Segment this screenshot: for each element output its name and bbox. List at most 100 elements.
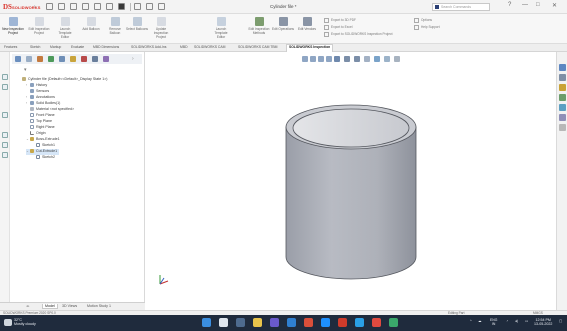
export-excel-button[interactable]: Export to Excel xyxy=(331,25,352,29)
property-manager-icon[interactable] xyxy=(26,56,32,62)
zoom-to-area-icon[interactable] xyxy=(310,56,316,62)
open-icon[interactable] xyxy=(70,3,77,10)
inspection-tree-icon[interactable] xyxy=(103,56,109,62)
view-orientation-icon[interactable] xyxy=(2,142,8,148)
section-view-icon[interactable] xyxy=(326,56,332,62)
battery-icon[interactable]: ▭ xyxy=(525,319,528,323)
tool-edit-operations[interactable]: Edit Operations xyxy=(272,16,294,42)
smart-dimension-icon[interactable] xyxy=(2,74,8,80)
tab-model[interactable]: Model xyxy=(42,304,58,309)
tab-motion-study-1[interactable]: Motion Study 1 xyxy=(85,304,113,308)
save-icon[interactable] xyxy=(82,3,89,10)
tray-chevron-icon[interactable]: ^ xyxy=(470,319,472,323)
cam-operation-tree-icon[interactable] xyxy=(81,56,87,62)
tab-solidworks-addins[interactable]: SOLIDWORKS Add-Ins xyxy=(131,45,166,49)
file-explorer-icon[interactable] xyxy=(559,84,566,91)
language-indicator[interactable]: ENG IN xyxy=(490,318,497,326)
tool-add-balloon[interactable]: Add Balloon xyxy=(80,16,102,42)
windows-start-icon[interactable] xyxy=(202,318,211,327)
tool-edit-vendors[interactable]: Edit Vendors xyxy=(296,16,318,42)
solidworks-logo[interactable]: DS SOLIDWORKS › xyxy=(3,2,41,12)
tab-solidworks-inspection[interactable]: SOLIDWORKS Inspection xyxy=(286,44,334,52)
print-icon[interactable] xyxy=(94,3,101,10)
apply-scene-icon[interactable] xyxy=(384,56,390,62)
view-settings-icon[interactable] xyxy=(394,56,400,62)
tool-update-inspection-project[interactable]: Update Inspection Project xyxy=(150,16,172,42)
previous-view-icon[interactable] xyxy=(318,56,324,62)
tool-edit-inspection-project[interactable]: Edit Inspection Project xyxy=(28,16,50,42)
office-icon[interactable] xyxy=(304,318,313,327)
mail-icon[interactable] xyxy=(287,318,296,327)
tab-sketch[interactable]: Sketch xyxy=(30,45,40,49)
section-view-icon[interactable] xyxy=(2,132,8,138)
chevron-right-icon[interactable]: › xyxy=(132,56,138,62)
cylinder-model[interactable] xyxy=(276,97,426,287)
filter-icon[interactable]: ▾ xyxy=(24,67,27,73)
export-project-button[interactable]: Export to SOLIDWORKS Inspection Project xyxy=(331,32,392,36)
tab-3d-views[interactable]: 3D Views xyxy=(60,304,79,308)
tab-mbd[interactable]: MBD xyxy=(180,45,188,49)
solidworks-taskbar-icon[interactable] xyxy=(338,318,347,327)
wifi-icon[interactable]: ◔ xyxy=(506,319,508,323)
appearances-icon[interactable] xyxy=(559,104,566,111)
tool-remove-balloon[interactable]: Remove Balloon xyxy=(104,16,126,42)
cam-feature-tree-icon[interactable] xyxy=(70,56,76,62)
display-style-icon[interactable] xyxy=(2,152,8,158)
tab-evaluate[interactable]: Evaluate xyxy=(71,45,84,49)
view-orientation-icon[interactable] xyxy=(344,56,350,62)
tab-markup[interactable]: Markup xyxy=(50,45,61,49)
dimxpert-icon[interactable] xyxy=(48,56,54,62)
menu-arrow-icon[interactable]: › xyxy=(34,4,36,10)
design-library-icon[interactable] xyxy=(559,74,566,81)
help-support-button[interactable]: Help Support xyxy=(421,25,440,29)
tab-mbd-dimensions[interactable]: MBD Dimensions xyxy=(93,45,119,49)
feature-tree-icon[interactable] xyxy=(15,56,21,62)
onedrive-icon[interactable]: ☁ xyxy=(478,319,481,323)
tool-template-editor[interactable]: Launch Template Editor xyxy=(210,16,232,42)
tool-new-inspection-project[interactable]: New Inspection Project xyxy=(2,16,24,42)
tool-launch-template-editor[interactable]: Launch Template Editor xyxy=(54,16,76,42)
close-icon[interactable]: ✕ xyxy=(552,2,557,9)
notifications-icon[interactable]: ▢ xyxy=(559,319,562,323)
options-button[interactable]: Options xyxy=(421,18,432,22)
solidworks-resources-icon[interactable] xyxy=(559,64,566,71)
weather-widget[interactable]: 32°C Mostly cloudy xyxy=(14,318,36,327)
rebuild-icon[interactable] xyxy=(134,3,141,10)
solidworks-forum-icon[interactable] xyxy=(559,124,566,131)
options-gear-icon[interactable] xyxy=(158,3,165,10)
display-style-icon[interactable] xyxy=(354,56,360,62)
cloud-icon[interactable] xyxy=(4,319,12,326)
tab-features[interactable]: Features xyxy=(4,45,17,49)
edit-appearance-icon[interactable] xyxy=(374,56,380,62)
select-icon[interactable] xyxy=(118,3,125,10)
system-clock[interactable]: 12:54 PM 13-05-2022 xyxy=(534,318,552,327)
export-3d-pdf-button[interactable]: Export to 3D PDF xyxy=(331,18,356,22)
maximize-icon[interactable]: □ xyxy=(536,2,540,8)
view-palette-icon[interactable] xyxy=(559,94,566,101)
tool-edit-inspection-methods[interactable]: Edit Inspection Methods xyxy=(248,16,270,42)
tool-select-balloons[interactable]: Select Balloons xyxy=(126,16,148,42)
measure-icon[interactable] xyxy=(2,112,8,118)
sketch-tool-icon[interactable] xyxy=(2,84,8,90)
volume-icon[interactable]: ◂) xyxy=(515,319,518,323)
undo-icon[interactable] xyxy=(106,3,113,10)
app-icon[interactable] xyxy=(389,318,398,327)
search-commands-input[interactable]: Search Commands xyxy=(432,3,490,11)
file-explorer-taskbar-icon[interactable] xyxy=(253,318,262,327)
teams-icon[interactable] xyxy=(270,318,279,327)
hide-show-items-icon[interactable] xyxy=(364,56,370,62)
store-icon[interactable] xyxy=(355,318,364,327)
new-document-icon[interactable] xyxy=(58,3,65,10)
help-icon[interactable]: ? xyxy=(508,2,511,8)
home-icon[interactable] xyxy=(46,3,53,10)
tree-item-sketch2[interactable]: Sketch2 xyxy=(36,155,55,161)
tab-solidworks-cam[interactable]: SOLIDWORKS CAM xyxy=(194,45,225,49)
nav-arrows-icon[interactable]: ◂▸ xyxy=(24,304,32,308)
zoom-to-fit-icon[interactable] xyxy=(302,56,308,62)
cam-tool-tree-icon[interactable] xyxy=(92,56,98,62)
task-view-icon[interactable] xyxy=(236,318,245,327)
search-icon[interactable] xyxy=(219,318,228,327)
display-manager-icon[interactable] xyxy=(59,56,65,62)
chrome-icon[interactable] xyxy=(372,318,381,327)
configuration-manager-icon[interactable] xyxy=(37,56,43,62)
